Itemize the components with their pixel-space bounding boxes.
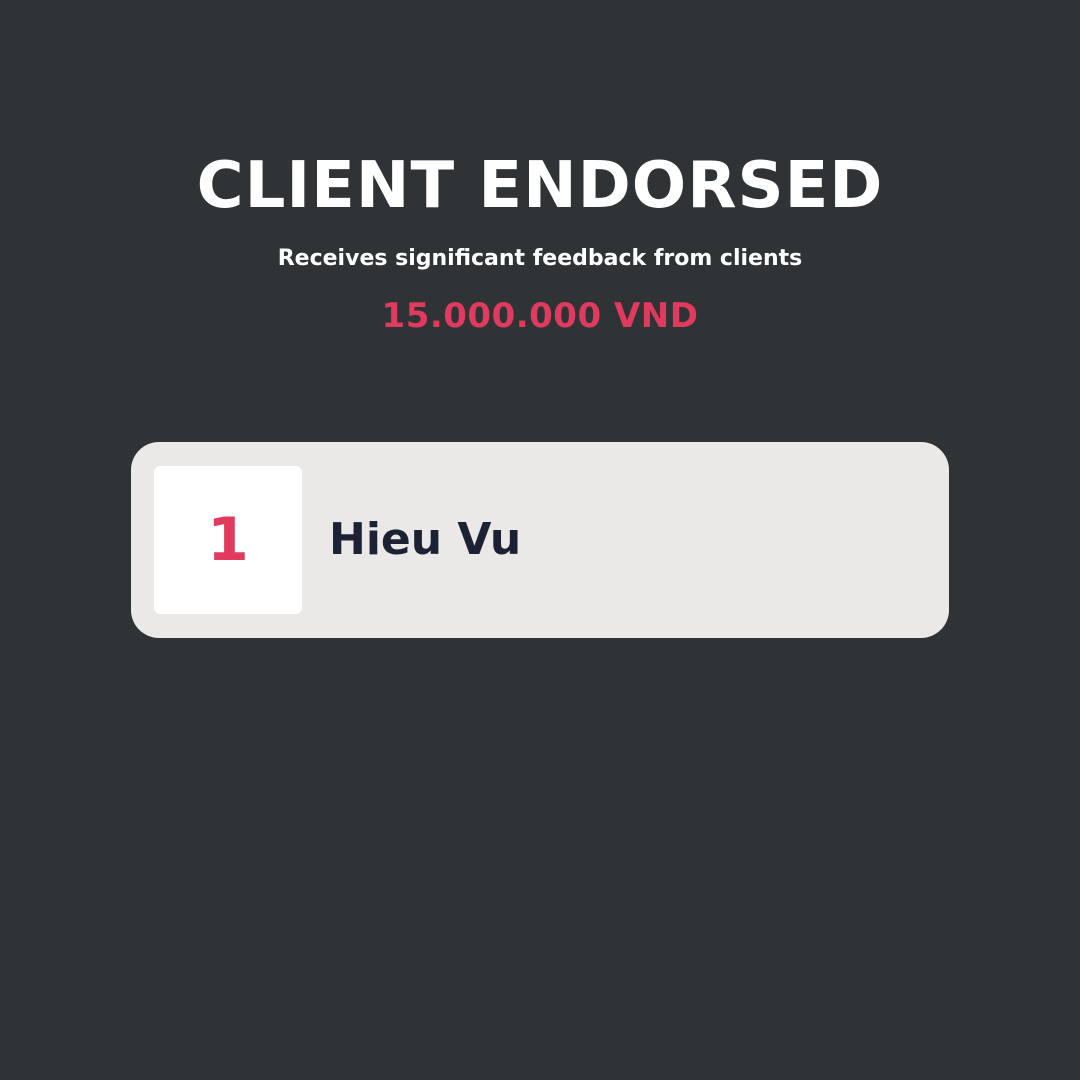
rank-number: 1 [207, 505, 249, 575]
award-title: CLIENT ENDORSED [196, 149, 884, 223]
rank-box: 1 [154, 466, 302, 614]
award-prize: 15.000.000 VND [381, 296, 699, 336]
winner-card: 1 Hieu Vu [131, 442, 949, 638]
leaderboard-canvas: { "award": { "title": "CLIENT ENDORSED",… [0, 0, 1080, 1080]
winner-name: Hieu Vu [329, 514, 522, 565]
award-subtitle: Receives significant feedback from clien… [277, 246, 803, 271]
